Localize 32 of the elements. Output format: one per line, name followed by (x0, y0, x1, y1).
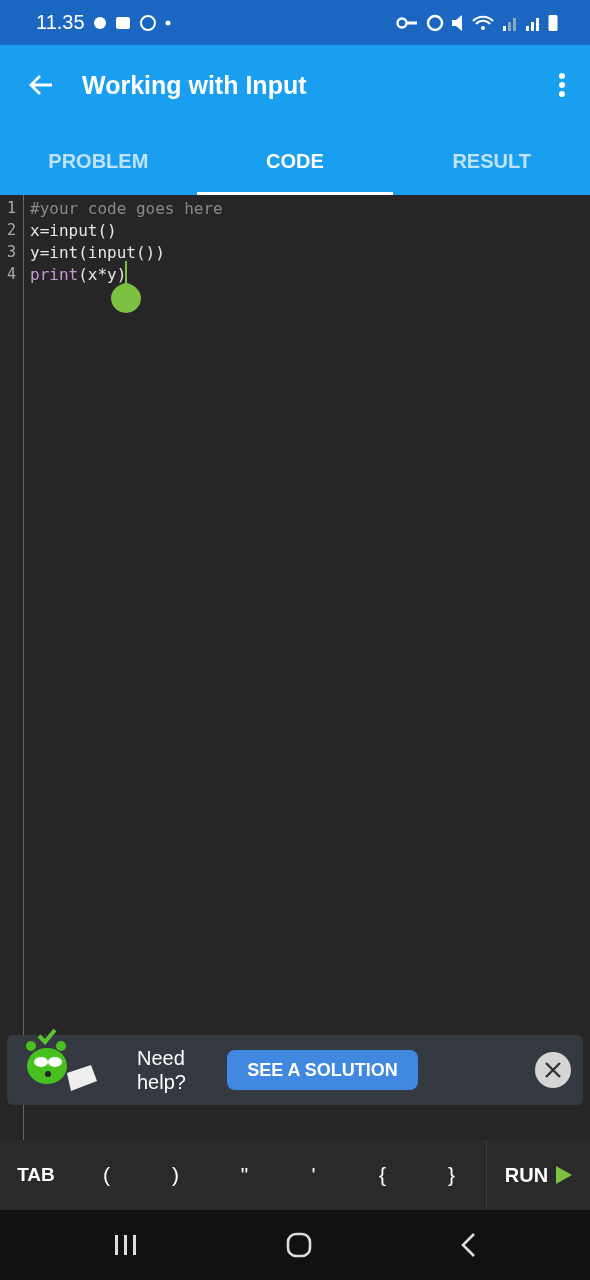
play-icon (556, 1166, 573, 1184)
symbol-key[interactable]: " (210, 1140, 279, 1210)
symbol-key[interactable]: ' (279, 1140, 348, 1210)
more-options-icon[interactable] (558, 72, 566, 98)
symbol-key[interactable]: TAB (0, 1140, 72, 1210)
mute-icon (452, 13, 464, 32)
line-number: 3 (5, 243, 16, 261)
symbol-key[interactable]: ( (72, 1140, 141, 1210)
wifi-icon (472, 14, 494, 31)
key-icon (396, 16, 418, 29)
see-solution-button[interactable]: SEE A SOLUTION (227, 1050, 418, 1090)
line-number: 2 (5, 221, 16, 239)
screen-title: Working with Input (82, 70, 307, 100)
close-icon[interactable] (535, 1052, 571, 1088)
notification-icon (92, 14, 107, 31)
recent-apps-icon[interactable] (114, 1234, 138, 1256)
line-number: 4 (5, 265, 16, 283)
status-time: 11.35 (36, 11, 85, 34)
home-icon[interactable] (286, 1232, 312, 1258)
back-arrow-icon[interactable] (28, 74, 54, 96)
code-line: x=input() (30, 220, 117, 240)
code-line: y=int(input()) (30, 242, 165, 262)
dot-icon (164, 19, 171, 26)
code-line: print(x*y) (30, 264, 127, 284)
code-line: #your code goes here (30, 198, 223, 218)
symbol-key[interactable]: ) (141, 1140, 210, 1210)
back-icon[interactable] (460, 1233, 476, 1257)
symbol-key[interactable]: } (417, 1140, 486, 1210)
help-prompt: Need help? (137, 1046, 187, 1094)
symbol-key[interactable]: { (348, 1140, 417, 1210)
battery-icon (548, 13, 558, 32)
line-number: 1 (5, 199, 16, 217)
